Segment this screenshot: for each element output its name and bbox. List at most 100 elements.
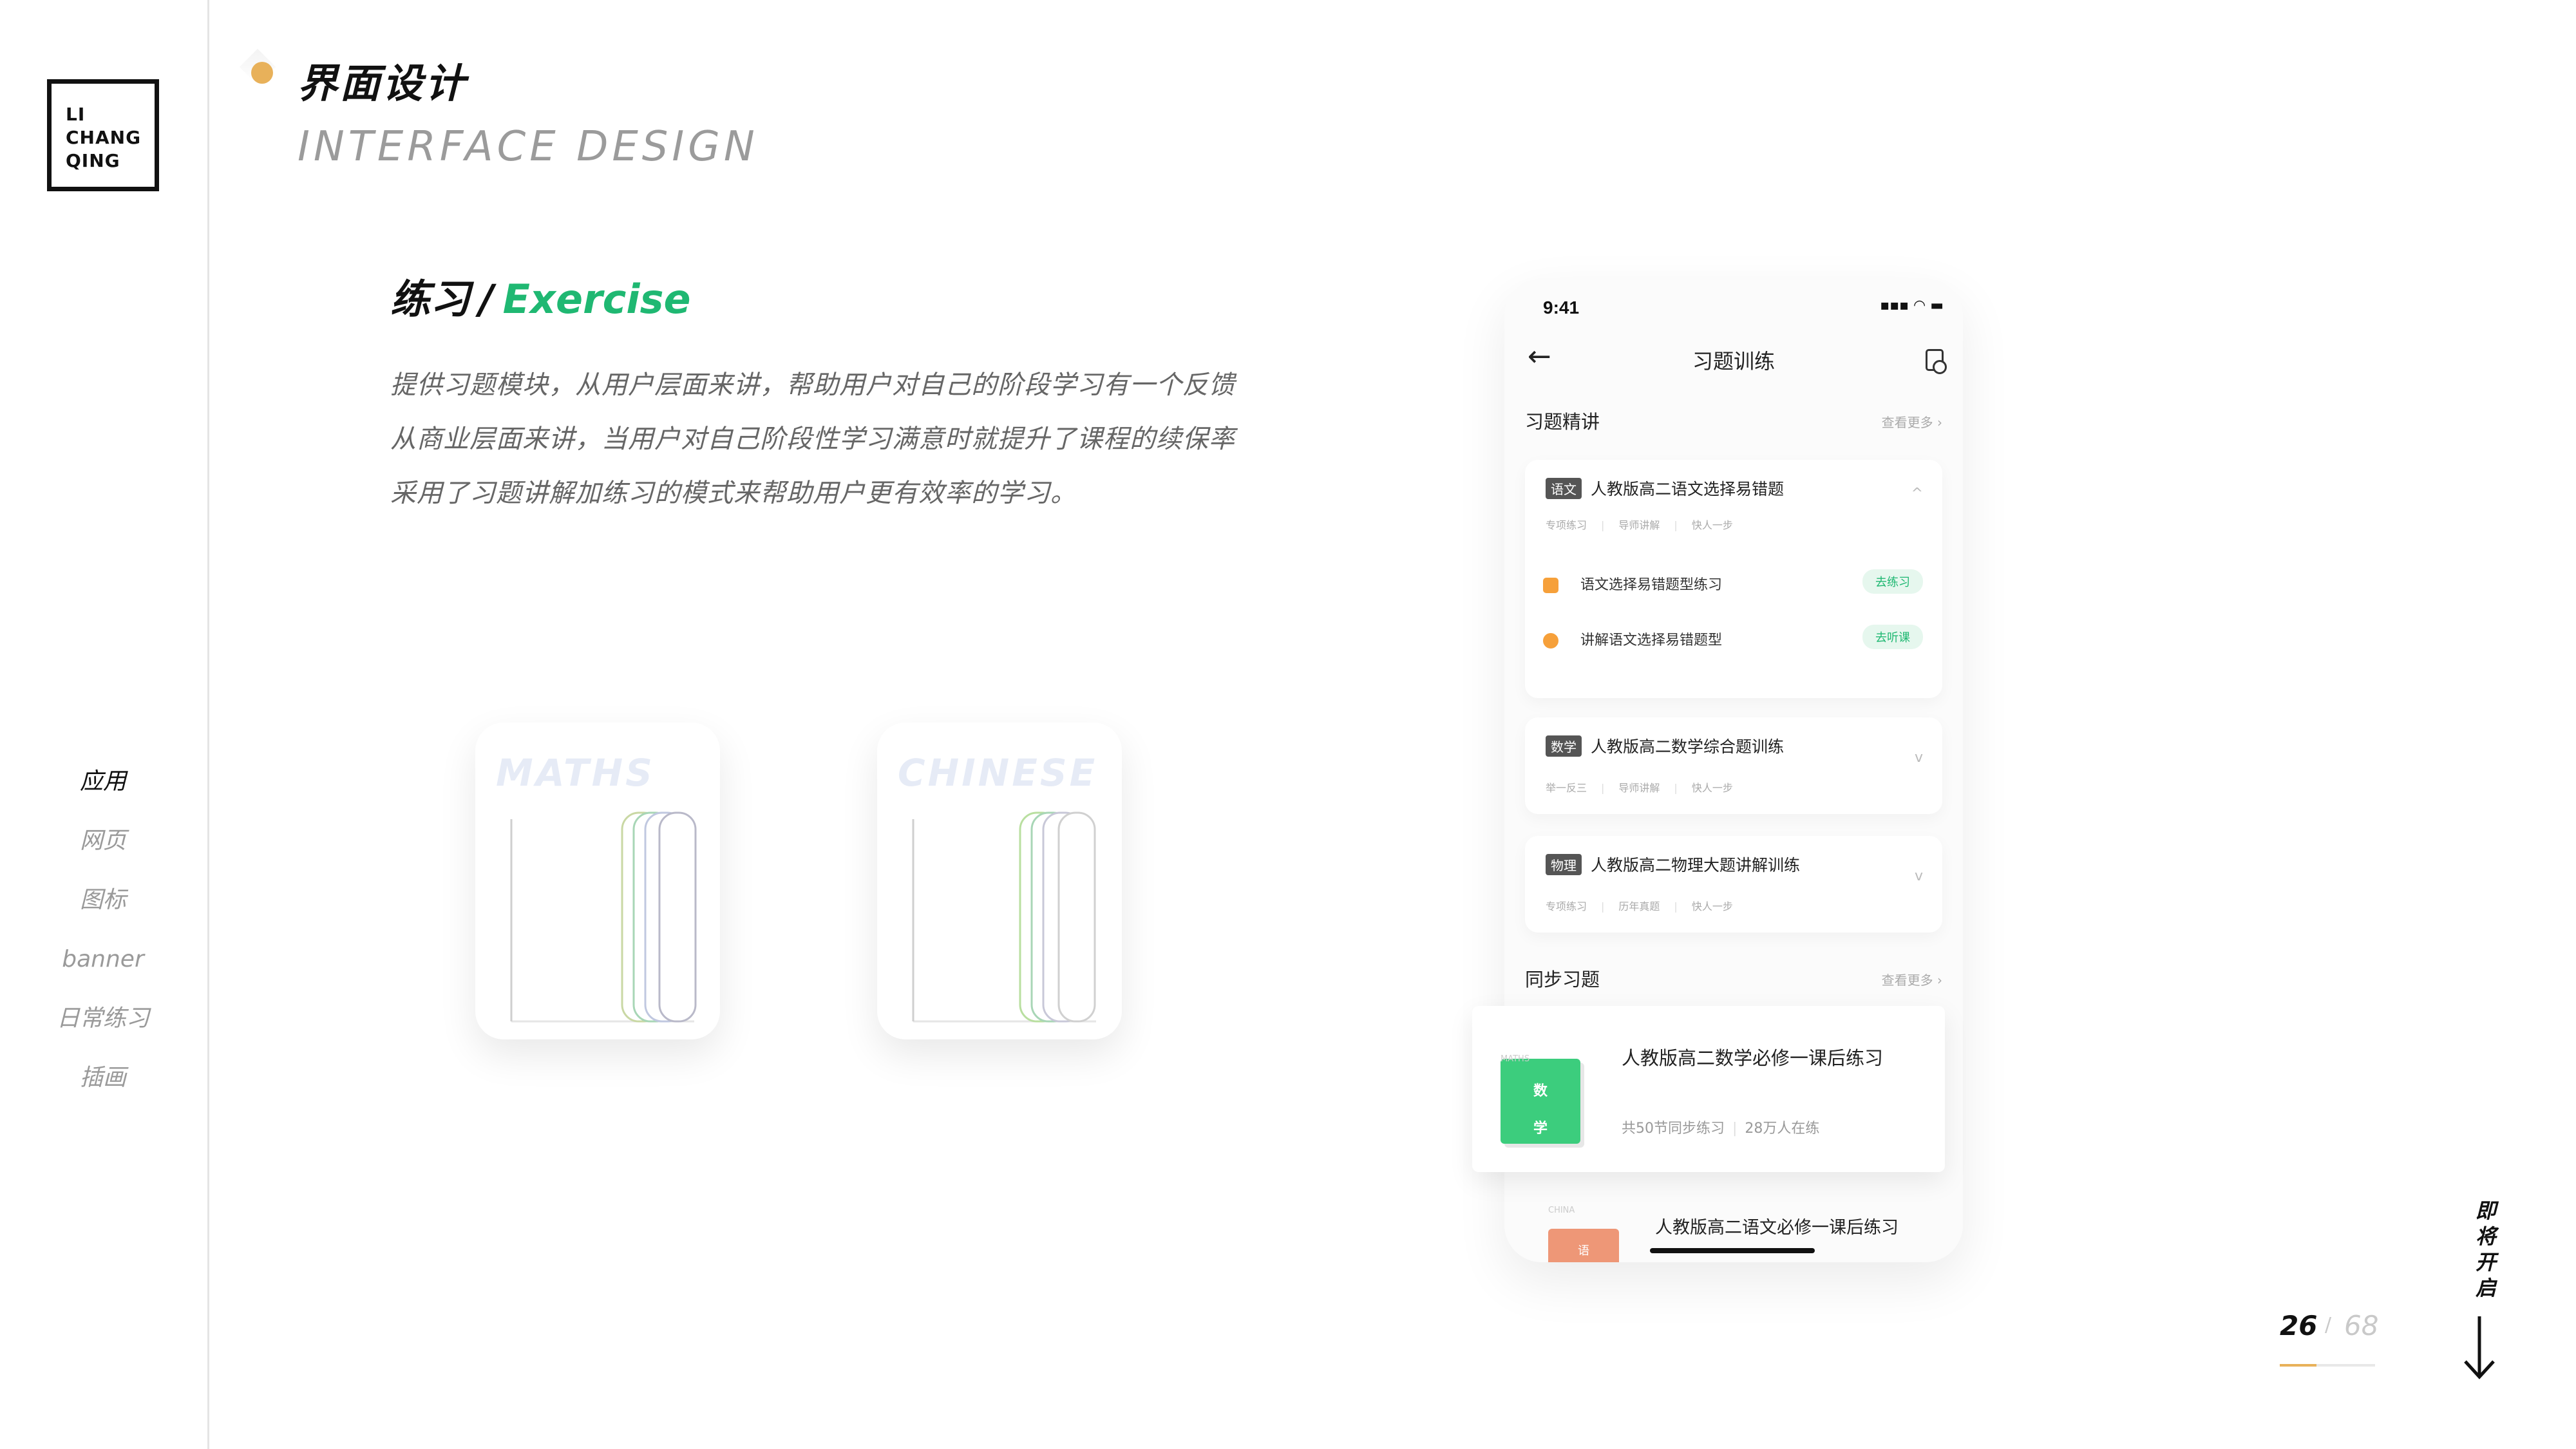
logo-line: QING	[66, 150, 120, 171]
book-stack-illustration	[510, 811, 697, 1023]
exercise-card-maths[interactable]: 数学 人教版高二数学综合题训练 v 举一反三 | 导师讲解 | 快人一步	[1525, 717, 1942, 814]
scroll-hint-char: 将	[2475, 1224, 2496, 1249]
logo-line: CHANG	[66, 127, 142, 148]
meta-tag: 举一反三	[1546, 782, 1587, 794]
chevron-down-icon[interactable]: v	[1915, 868, 1923, 884]
card-meta: 举一反三 | 导师讲解 | 快人一步	[1546, 779, 1747, 795]
meta-separator: |	[1601, 900, 1605, 913]
section-heading: 同步习题	[1525, 969, 1600, 990]
section-description: 提供习题模块，从用户层面来讲，帮助用户对自己的阶段学习有一个反馈 从商业层面来讲…	[390, 358, 1305, 520]
card-title: 人教版高二数学综合题训练	[1591, 737, 1785, 756]
chevron-down-icon[interactable]: v	[1915, 750, 1923, 766]
meta-separator: |	[1674, 900, 1678, 913]
section-title-cn: 练习	[390, 276, 471, 323]
card-header: 物理 人教版高二物理大题讲解训练	[1546, 853, 1800, 876]
page-current: 26	[2280, 1310, 2318, 1341]
section-header-exercise-explain: 习题精讲 查看更多 ›	[1525, 407, 1942, 434]
card-meta: 专项练习 | 历年真题 | 快人一步	[1546, 898, 1747, 913]
scroll-hint-char: 开	[2475, 1250, 2496, 1274]
course-meta: 共50节同步练习 | 28万人在练	[1622, 1117, 1819, 1137]
subject-badge: 语文	[1546, 477, 1582, 499]
document-icon	[1543, 578, 1558, 593]
subject-badge: 数学	[1546, 735, 1582, 757]
cover-text: 学	[1533, 1121, 1548, 1137]
sub-item-lecture: 讲解语文选择易错题型 去听课	[1543, 625, 1923, 649]
page-total: 68	[2344, 1310, 2379, 1341]
meta-separator: |	[1601, 519, 1605, 531]
page-progress-bar	[2280, 1364, 2375, 1367]
nav-item-illustration[interactable]: 插画	[39, 1048, 167, 1108]
page-separator: /	[2325, 1314, 2332, 1336]
card-header: 语文 人教版高二语文选择易错题	[1546, 477, 1784, 500]
sub-item-label: 讲解语文选择易错题型	[1580, 632, 1723, 649]
section-header-sync-exercise: 同步习题 查看更多 ›	[1525, 965, 1942, 992]
go-listen-button[interactable]: 去听课	[1862, 625, 1923, 649]
cover-tag: MATHS	[1501, 1054, 1530, 1064]
meta-tag: 快人一步	[1691, 519, 1733, 531]
section-heading: 习题精讲	[1525, 411, 1600, 433]
document-search-icon[interactable]	[1926, 349, 1947, 374]
meta-tag: 专项练习	[1546, 900, 1587, 913]
course-cover-chinese: 语	[1548, 1229, 1619, 1262]
card-meta: 专项练习 | 导师讲解 | 快人一步	[1546, 516, 1747, 532]
section-title: 练习 / Exercise	[390, 270, 691, 328]
meta-tag: 导师讲解	[1618, 519, 1660, 531]
brand-logo[interactable]: LI CHANG QING	[47, 79, 159, 191]
play-circle-icon	[1543, 633, 1558, 649]
subject-badge: 物理	[1546, 853, 1582, 875]
scroll-hint-char: 启	[2475, 1276, 2496, 1300]
meta-tag: 快人一步	[1691, 782, 1733, 794]
logo-line: LI	[66, 104, 86, 125]
side-nav: 应用 网页 图标 banner 日常练习 插画	[39, 752, 167, 1108]
course-lessons: 共50节同步练习	[1622, 1121, 1725, 1137]
book-stack-illustration	[912, 811, 1096, 1023]
nav-item-icon[interactable]: 图标	[39, 871, 167, 930]
description-line: 采用了习题讲解加练习的模式来帮助用户更有效率的学习。	[390, 478, 1077, 508]
home-indicator	[1650, 1248, 1815, 1253]
sub-item-practice: 语文选择易错题型练习 去练习	[1543, 569, 1923, 594]
go-practice-button[interactable]: 去练习	[1862, 569, 1923, 594]
cover-tag: CHINA	[1548, 1206, 1575, 1215]
meta-separator: |	[1674, 519, 1678, 531]
card-header: 数学 人教版高二数学综合题训练	[1546, 734, 1784, 757]
page-title: 界面设计	[298, 60, 468, 107]
page-subtitle: INTERFACE DESIGN	[298, 123, 759, 171]
card-title: 人教版高二物理大题讲解训练	[1591, 856, 1801, 875]
course-online-count: 28万人在练	[1745, 1121, 1820, 1137]
meta-tag: 快人一步	[1691, 900, 1733, 913]
section-title-en: Exercise	[502, 276, 691, 323]
page-progress-fill	[2280, 1364, 2316, 1367]
sub-item-label: 语文选择易错题型练习	[1580, 577, 1723, 593]
meta-separator: |	[1732, 1121, 1738, 1137]
section-title-separator: /	[479, 276, 494, 323]
see-more-link[interactable]: 查看更多 ›	[1882, 970, 1942, 989]
meta-tag: 历年真题	[1618, 900, 1660, 913]
meta-tag: 导师讲解	[1618, 782, 1660, 794]
cover-text: 数	[1533, 1083, 1548, 1099]
book-card-chinese[interactable]: CHINESE	[877, 723, 1122, 1039]
nav-item-app[interactable]: 应用	[39, 752, 167, 811]
scroll-hint-char: 即	[2475, 1198, 2496, 1223]
course-card-maths[interactable]: MATHS 数 学 人教版高二数学必修一课后练习 共50节同步练习 | 28万人在练	[1472, 1006, 1945, 1172]
arrow-down-icon[interactable]	[2460, 1314, 2499, 1385]
book-card-maths[interactable]: MATHS	[475, 723, 720, 1039]
chevron-up-icon[interactable]: ^	[1911, 486, 1923, 502]
nav-item-web[interactable]: 网页	[39, 811, 167, 871]
course-title[interactable]: 人教版高二语文必修一课后练习	[1655, 1213, 1899, 1238]
scroll-hint: 即 将 开 启	[2467, 1198, 2505, 1301]
nav-item-banner[interactable]: banner	[39, 930, 167, 989]
nav-item-daily-practice[interactable]: 日常练习	[39, 989, 167, 1048]
meta-tag: 专项练习	[1546, 519, 1587, 531]
screen-title: 习题训练	[1692, 349, 1775, 374]
exercise-card-physics[interactable]: 物理 人教版高二物理大题讲解训练 v 专项练习 | 历年真题 | 快人一步	[1525, 836, 1942, 933]
status-time: 9:41	[1543, 298, 1580, 317]
description-line: 从商业层面来讲，当用户对自己阶段性学习满意时就提升了课程的续保率	[390, 424, 1235, 454]
description-line: 提供习题模块，从用户层面来讲，帮助用户对自己的阶段学习有一个反馈	[390, 370, 1235, 400]
title-dot-icon	[251, 62, 273, 84]
course-title: 人教版高二数学必修一课后练习	[1622, 1047, 1884, 1069]
status-bar-icon: ▪▪▪ ◠ ▬	[1880, 298, 1944, 314]
meta-separator: |	[1674, 782, 1678, 794]
meta-separator: |	[1601, 782, 1605, 794]
left-rail-divider	[207, 0, 209, 1449]
see-more-link[interactable]: 查看更多 ›	[1882, 412, 1942, 431]
